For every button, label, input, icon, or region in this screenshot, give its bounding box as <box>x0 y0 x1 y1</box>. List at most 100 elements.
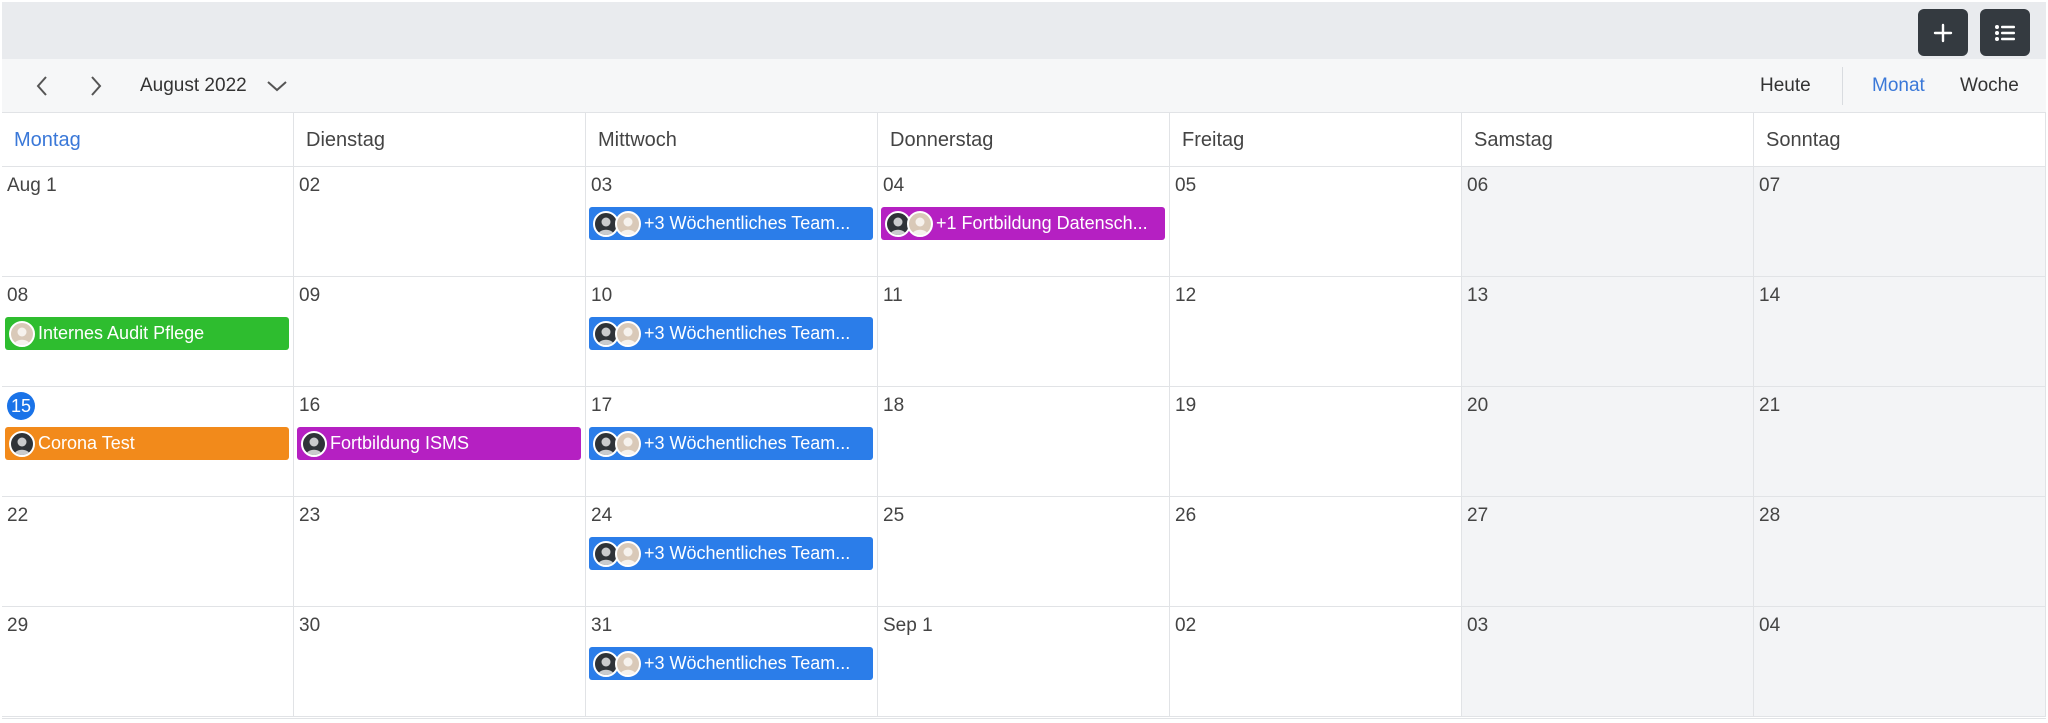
day-number[interactable]: 31 <box>591 615 612 637</box>
weekday-header-cell: Mittwoch <box>586 113 878 167</box>
day-number[interactable]: 02 <box>299 175 320 197</box>
day-cell[interactable]: 11 <box>878 277 1170 387</box>
attendee-avatar <box>615 210 641 237</box>
day-cell[interactable]: 04 <box>1754 607 2046 717</box>
weekday-header-cell: Dienstag <box>294 113 586 167</box>
list-icon <box>1995 24 2015 41</box>
day-number[interactable]: 17 <box>591 395 612 417</box>
next-month-button[interactable] <box>80 70 112 102</box>
day-number[interactable]: Aug 1 <box>7 175 57 197</box>
weekday-header: Montag Dienstag Mittwoch Donnerstag Freitag S… <box>2 113 2046 167</box>
event-title: +1 Fortbildung Datensch... <box>936 213 1148 233</box>
day-number[interactable]: 07 <box>1759 175 1780 197</box>
day-number[interactable]: 24 <box>591 505 612 527</box>
month-label[interactable]: August 2022 <box>140 75 247 97</box>
day-cell[interactable]: 25 <box>878 497 1170 607</box>
today-date-badge[interactable]: 15 <box>7 392 35 420</box>
day-cell[interactable]: 30 <box>294 607 586 717</box>
day-cell[interactable]: 23 <box>294 497 586 607</box>
day-cell[interactable]: 20 <box>1462 387 1754 497</box>
day-cell[interactable]: Sep 1 <box>878 607 1170 717</box>
calendar-event[interactable]: +3 Wöchentliches Team... <box>589 207 873 240</box>
calendar-event[interactable]: +1 Fortbildung Datensch... <box>881 207 1165 240</box>
month-picker-button[interactable] <box>264 73 290 99</box>
day-number[interactable]: 03 <box>1467 615 1488 637</box>
day-number[interactable]: 14 <box>1759 285 1780 307</box>
day-cell[interactable]: 21 <box>1754 387 2046 497</box>
day-number[interactable]: Sep 1 <box>883 615 933 637</box>
previous-month-button[interactable] <box>26 70 58 102</box>
day-number[interactable]: 08 <box>7 285 28 307</box>
calendar-event[interactable]: Fortbildung ISMS <box>297 427 581 460</box>
event-title: +3 Wöchentliches Team... <box>644 653 851 673</box>
week-view-button[interactable]: Woche <box>1960 75 2019 97</box>
event-title: +3 Wöchentliches Team... <box>644 323 851 343</box>
calendar-event[interactable]: Internes Audit Pflege <box>5 317 289 350</box>
day-number[interactable]: 05 <box>1175 175 1196 197</box>
day-cell[interactable]: 28 <box>1754 497 2046 607</box>
day-cell[interactable]: 27 <box>1462 497 1754 607</box>
calendar-event[interactable]: +3 Wöchentliches Team... <box>589 647 873 680</box>
month-grid: Montag Dienstag Mittwoch Donnerstag Freitag S… <box>2 113 2046 719</box>
day-number[interactable]: 04 <box>1759 615 1780 637</box>
day-cell[interactable]: 05 <box>1170 167 1462 277</box>
day-cell[interactable]: 19 <box>1170 387 1462 497</box>
day-cell[interactable]: 03 <box>1462 607 1754 717</box>
day-number[interactable]: 27 <box>1467 505 1488 527</box>
calendar-event[interactable]: +3 Wöchentliches Team... <box>589 427 873 460</box>
day-cell[interactable]: 13 <box>1462 277 1754 387</box>
day-number[interactable]: 12 <box>1175 285 1196 307</box>
day-number[interactable]: 03 <box>591 175 612 197</box>
day-cell[interactable]: 06 <box>1462 167 1754 277</box>
day-number[interactable]: 23 <box>299 505 320 527</box>
day-number[interactable]: 21 <box>1759 395 1780 417</box>
day-number[interactable]: 19 <box>1175 395 1196 417</box>
day-number[interactable]: 30 <box>299 615 320 637</box>
attendee-avatar <box>615 430 641 457</box>
day-number[interactable]: 02 <box>1175 615 1196 637</box>
weekday-header-cell: Samstag <box>1462 113 1754 167</box>
day-number[interactable]: 04 <box>883 175 904 197</box>
calendar-event[interactable]: Corona Test <box>5 427 289 460</box>
attendee-avatar <box>301 430 327 457</box>
day-cell[interactable]: 12 <box>1170 277 1462 387</box>
day-cell[interactable]: 26 <box>1170 497 1462 607</box>
day-cell[interactable]: 09 <box>294 277 586 387</box>
day-number[interactable]: 28 <box>1759 505 1780 527</box>
list-view-button[interactable] <box>1980 9 2030 56</box>
event-title: +3 Wöchentliches Team... <box>644 433 851 453</box>
calendar-event[interactable]: +3 Wöchentliches Team... <box>589 317 873 350</box>
month-view-button[interactable]: Monat <box>1872 75 1925 97</box>
day-number[interactable]: 10 <box>591 285 612 307</box>
day-number[interactable]: 09 <box>299 285 320 307</box>
add-event-button[interactable] <box>1918 9 1968 56</box>
day-cell[interactable]: 02 <box>294 167 586 277</box>
day-number[interactable]: 06 <box>1467 175 1488 197</box>
day-cell[interactable]: 14 <box>1754 277 2046 387</box>
day-cell[interactable]: Aug 1 <box>2 167 294 277</box>
view-divider <box>1842 67 1843 105</box>
day-cell[interactable]: 18 <box>878 387 1170 497</box>
day-number[interactable]: 29 <box>7 615 28 637</box>
calendar-event[interactable]: +3 Wöchentliches Team... <box>589 537 873 570</box>
attendee-avatar <box>9 320 35 347</box>
event-title: +3 Wöchentliches Team... <box>644 213 851 233</box>
calendar-app: August 2022 Heute Monat Woche Montag Dien… <box>0 0 2048 723</box>
day-number[interactable]: 22 <box>7 505 28 527</box>
today-button[interactable]: Heute <box>1760 75 1811 97</box>
day-cell[interactable]: 22 <box>2 497 294 607</box>
event-title: Internes Audit Pflege <box>38 323 205 343</box>
day-cell[interactable]: 07 <box>1754 167 2046 277</box>
weekday-header-cell: Freitag <box>1170 113 1462 167</box>
day-number[interactable]: 18 <box>883 395 904 417</box>
day-number[interactable]: 26 <box>1175 505 1196 527</box>
day-number[interactable]: 20 <box>1467 395 1488 417</box>
day-cell[interactable]: 29 <box>2 607 294 717</box>
day-number[interactable]: 16 <box>299 395 320 417</box>
day-number[interactable]: 11 <box>883 285 903 307</box>
day-number[interactable]: 25 <box>883 505 904 527</box>
day-cell[interactable]: 02 <box>1170 607 1462 717</box>
day-number[interactable]: 13 <box>1467 285 1488 307</box>
event-title: Fortbildung ISMS <box>330 433 470 453</box>
event-title: +3 Wöchentliches Team... <box>644 543 851 563</box>
